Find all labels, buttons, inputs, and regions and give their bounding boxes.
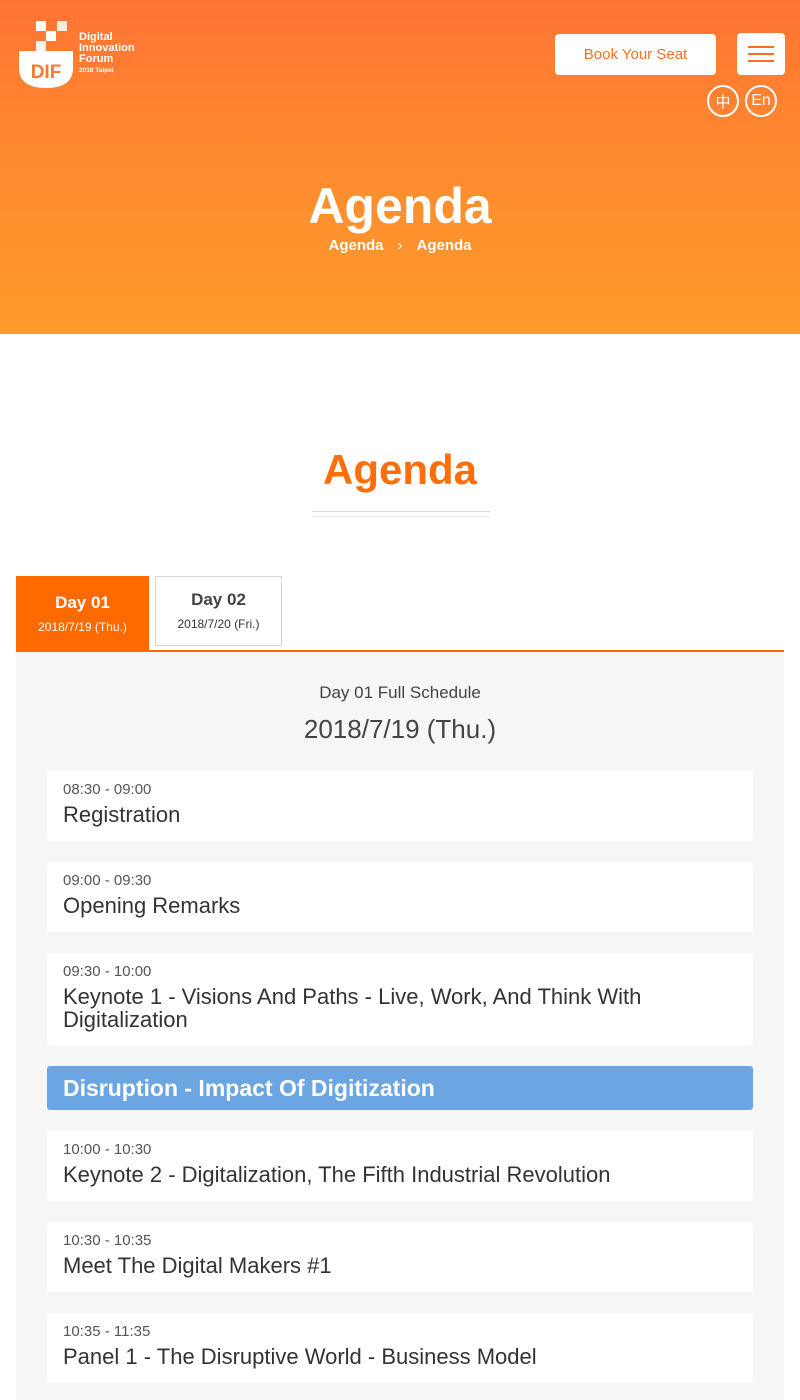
- menu-bar-icon: [748, 60, 774, 62]
- schedule-date: 2018/7/19 (Thu.): [303, 714, 497, 744]
- language-zh-button[interactable]: 中: [707, 85, 739, 117]
- tab-underline: [16, 650, 784, 652]
- book-seat-button[interactable]: Book Your Seat: [555, 34, 716, 75]
- tab-date-label: 2018/7/19 (Thu.): [38, 619, 127, 634]
- menu-bar-icon: [748, 53, 774, 55]
- agenda-item-title: Keynote 1 - Visions And Paths - Live, Wo…: [63, 984, 642, 1032]
- agenda-item[interactable]: 09:00 - 09:30 Opening Remarks: [47, 862, 753, 932]
- agenda-item[interactable]: 10:30 - 10:35 Meet The Digital Makers #1: [47, 1222, 753, 1292]
- hero-banner: DIF Digital Innovation Forum 2018 Taipei…: [0, 0, 800, 334]
- hamburger-menu-button[interactable]: [737, 33, 785, 75]
- agenda-category-header: Disruption - Impact Of Digitization: [47, 1066, 753, 1110]
- agenda-item-time: 09:30 - 10:00: [63, 963, 152, 980]
- logo-line-3: Forum: [79, 53, 114, 65]
- agenda-item-title: Meet The Digital Makers #1: [63, 1253, 332, 1278]
- title-divider: [312, 511, 490, 517]
- agenda-item-title: Panel 1 - The Disruptive World - Busines…: [63, 1344, 537, 1369]
- schedule-subtitle: Day 01 Full Schedule: [319, 683, 481, 702]
- logo[interactable]: DIF Digital Innovation Forum 2018 Taipei: [17, 18, 147, 92]
- agenda-item-time: 08:30 - 09:00: [63, 781, 152, 798]
- breadcrumb-item[interactable]: Agenda: [328, 237, 383, 254]
- language-en-button[interactable]: En: [745, 85, 777, 117]
- tab-day-01[interactable]: Day 01 2018/7/19 (Thu.): [16, 576, 149, 651]
- page-title: Agenda: [308, 178, 492, 234]
- agenda-item-time: 10:30 - 10:35: [63, 1232, 152, 1249]
- section-title: Agenda: [322, 446, 477, 493]
- agenda-item-time: 10:00 - 10:30: [63, 1141, 152, 1158]
- breadcrumb-item: Agenda: [416, 237, 472, 254]
- agenda-item-title: Registration: [63, 802, 181, 827]
- tab-day-02[interactable]: Day 02 2018/7/20 (Fri.): [155, 576, 282, 646]
- agenda-item[interactable]: 09:30 - 10:00 Keynote 1 - Visions And Pa…: [47, 953, 753, 1046]
- agenda-item[interactable]: 10:35 - 11:35 Panel 1 - The Disruptive W…: [47, 1313, 753, 1383]
- agenda-item-title: Opening Remarks: [63, 893, 241, 918]
- tab-date-label: 2018/7/20 (Fri.): [177, 617, 260, 631]
- agenda-item-time: 10:35 - 11:35: [63, 1323, 151, 1340]
- agenda-item[interactable]: 08:30 - 09:00 Registration: [47, 771, 753, 841]
- tab-day-label: Day 02: [191, 590, 246, 609]
- svg-text:DIF: DIF: [31, 62, 62, 83]
- dif-logo-icon: DIF: [19, 21, 73, 88]
- logo-wordmark: Digital Innovation Forum 2018 Taipei: [79, 32, 135, 75]
- breadcrumb: Agenda › Agenda: [0, 237, 800, 254]
- agenda-item-time: 09:00 - 09:30: [63, 872, 152, 889]
- agenda-item[interactable]: 10:00 - 10:30 Keynote 2 - Digitalization…: [47, 1131, 753, 1201]
- menu-bar-icon: [748, 46, 774, 48]
- tab-day-label: Day 01: [55, 592, 110, 612]
- logo-line-4: 2018 Taipei: [79, 67, 114, 74]
- breadcrumb-separator-icon: ›: [397, 237, 403, 254]
- agenda-item-title: Keynote 2 - Digitalization, The Fifth In…: [63, 1162, 611, 1187]
